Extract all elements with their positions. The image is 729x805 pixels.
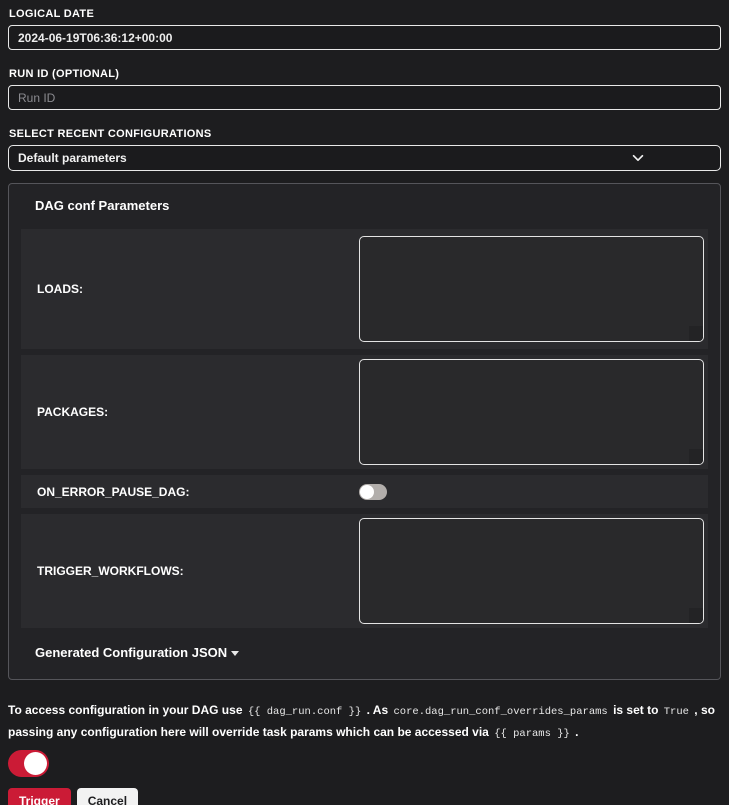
recent-configurations-select[interactable]: Default parameters <box>8 145 721 171</box>
note-text: . As <box>363 703 391 717</box>
form-actions: Trigger Cancel <box>8 788 721 805</box>
trigger-button[interactable]: Trigger <box>8 788 71 805</box>
param-row-trigger-workflows: TRIGGER_WORKFLOWS: <box>21 514 708 628</box>
resize-grip-icon[interactable] <box>689 326 703 341</box>
recent-configurations-label: SELECT RECENT CONFIGURATIONS <box>9 128 721 140</box>
generated-configuration-json-label: Generated Configuration JSON <box>35 645 227 660</box>
param-row-on-error-pause-dag: ON_ERROR_PAUSE_DAG: <box>21 475 708 508</box>
recent-configurations-selected-value: Default parameters <box>18 151 127 165</box>
configuration-note: To access configuration in your DAG use … <box>8 700 723 744</box>
logical-date-label: LOGICAL DATE <box>9 8 721 20</box>
inline-code: {{ dag_run.conf }} <box>246 706 363 718</box>
trigger-workflows-textarea[interactable] <box>359 518 704 624</box>
inline-code: core.dag_run_conf_overrides_params <box>391 706 609 718</box>
on-error-pause-dag-toggle[interactable] <box>359 484 387 500</box>
caret-down-icon <box>231 651 239 656</box>
note-text: To access configuration in your DAG use <box>8 703 246 717</box>
chevron-down-icon <box>631 151 645 165</box>
inline-code: {{ params }} <box>492 728 572 740</box>
run-id-label: RUN ID (OPTIONAL) <box>9 68 721 80</box>
logical-date-input[interactable] <box>8 25 721 50</box>
on-error-pause-dag-label: ON_ERROR_PAUSE_DAG: <box>29 485 359 499</box>
packages-textarea[interactable] <box>359 359 704 465</box>
resize-grip-icon[interactable] <box>689 608 703 623</box>
cancel-button[interactable]: Cancel <box>77 788 138 805</box>
note-text: . <box>572 725 579 739</box>
panel-title: DAG conf Parameters <box>35 198 708 213</box>
note-text: is set to <box>610 703 662 717</box>
generated-configuration-json-toggle[interactable]: Generated Configuration JSON <box>35 645 708 660</box>
inline-code: True <box>662 706 691 718</box>
loads-textarea[interactable] <box>359 236 704 342</box>
param-row-packages: PACKAGES: <box>21 355 708 469</box>
run-id-input[interactable] <box>8 85 721 110</box>
trigger-workflows-label: TRIGGER_WORKFLOWS: <box>29 564 359 578</box>
packages-label: PACKAGES: <box>29 405 359 419</box>
dag-conf-parameters-panel: DAG conf Parameters LOADS: PACKAGES: ON_… <box>8 183 721 680</box>
param-row-loads: LOADS: <box>21 229 708 349</box>
resize-grip-icon[interactable] <box>689 449 703 464</box>
loads-label: LOADS: <box>29 282 359 296</box>
unpause-dag-toggle[interactable] <box>8 750 49 777</box>
toggle-knob <box>360 485 374 499</box>
toggle-knob <box>24 752 47 775</box>
trigger-dag-form: LOGICAL DATE RUN ID (OPTIONAL) SELECT RE… <box>0 0 729 805</box>
